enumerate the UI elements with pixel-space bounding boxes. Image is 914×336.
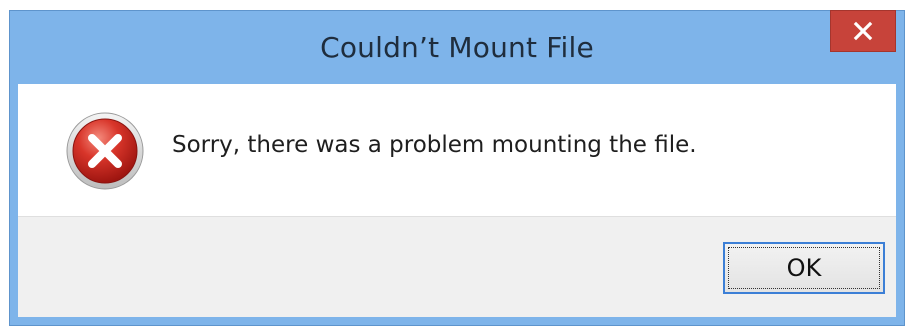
dialog-body: Sorry, there was a problem mounting the … <box>18 84 896 317</box>
dialog-window: Couldn’t Mount File Sorry, there was a p… <box>9 10 905 326</box>
button-bar: OK <box>18 216 896 317</box>
title-bar[interactable]: Couldn’t Mount File <box>10 10 904 83</box>
error-icon <box>66 112 144 190</box>
ok-button-label: OK <box>786 254 822 282</box>
dialog-title: Couldn’t Mount File <box>320 31 594 64</box>
close-icon <box>853 21 873 41</box>
close-button[interactable] <box>830 10 896 52</box>
error-message: Sorry, there was a problem mounting the … <box>172 132 697 158</box>
message-area: Sorry, there was a problem mounting the … <box>18 84 896 216</box>
ok-button[interactable]: OK <box>723 242 885 294</box>
